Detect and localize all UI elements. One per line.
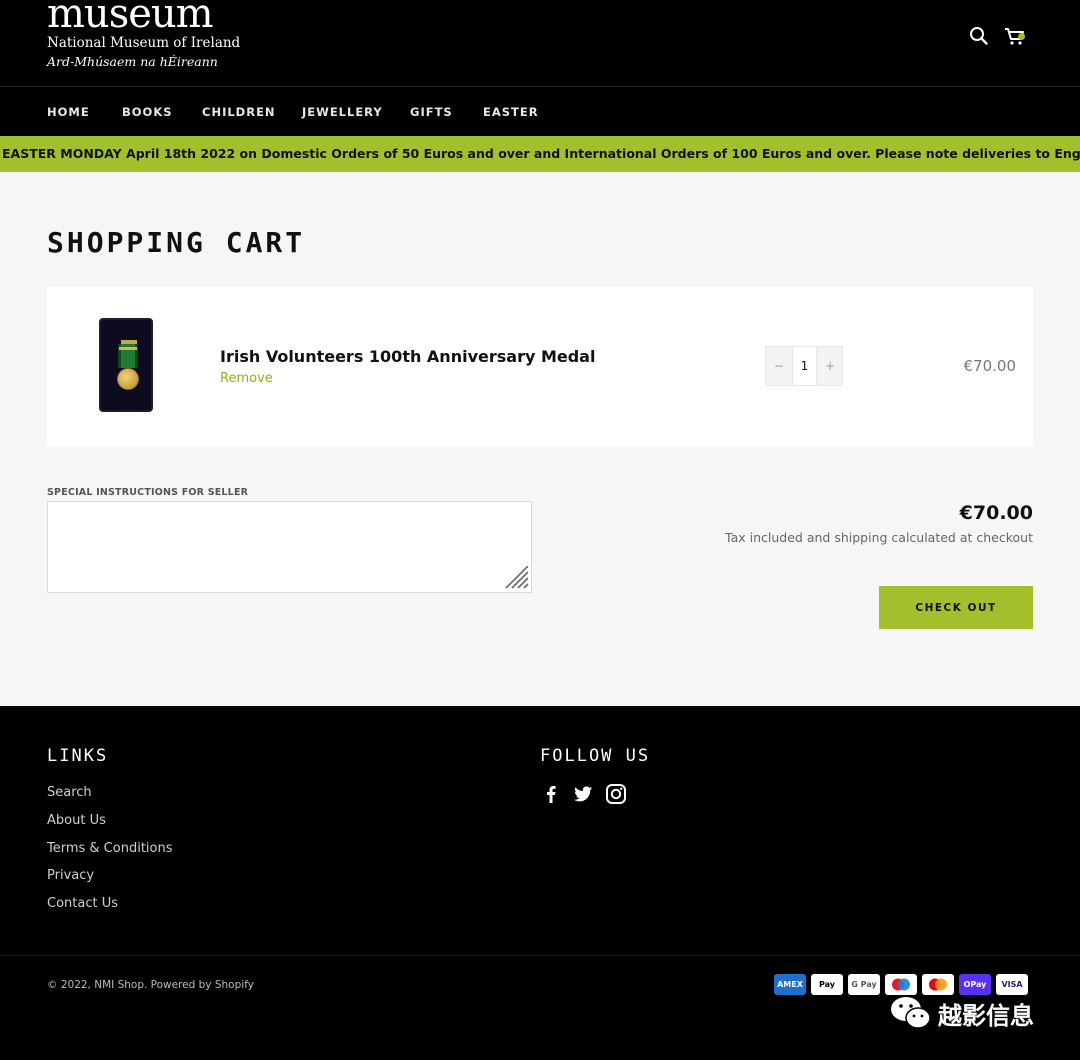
nav-item-home[interactable]: HOME [47,87,90,137]
search-icon[interactable] [967,24,991,48]
cart-count-dot [1018,33,1025,40]
quantity-increase-button[interactable]: + [817,347,843,385]
nav-item-gifts[interactable]: GIFTS [410,87,453,137]
main-navigation: HOME BOOKS CHILDREN JEWELLERY GIFTS EAST… [0,86,1080,136]
nav-item-jewellery[interactable]: JEWELLERY [302,87,383,137]
apple-pay-payment-icon: Pay [811,974,843,995]
product-title-link[interactable]: Irish Volunteers 100th Anniversary Medal [220,347,595,366]
wechat-icon [891,997,931,1029]
line-item-price: €70.00 [963,357,1017,375]
page-title: SHOPPING CART [47,226,306,259]
footer-link-search[interactable]: Search [47,785,92,800]
medal-disc [117,368,139,390]
nav-item-children[interactable]: CHILDREN [202,87,276,137]
footer-follow-heading: FOLLOW US [540,746,651,766]
cart-subtotal: €70.00 [959,502,1033,524]
product-image[interactable] [99,318,153,412]
remove-item-link[interactable]: Remove [220,371,273,386]
tax-shipping-note: Tax included and shipping calculated at … [725,530,1033,545]
footer-link-about-us[interactable]: About Us [47,813,106,828]
wechat-watermark: 越影信息 [888,994,1034,1034]
mastercard-payment-icon [922,974,954,995]
site-header: museum National Museum of Ireland Ard-Mh… [0,0,1080,86]
nav-item-books[interactable]: BOOKS [122,87,173,137]
nav-item-easter[interactable]: EASTER [483,87,539,137]
site-footer: LINKS Search About Us Terms & Conditions… [0,706,1080,1060]
quantity-input[interactable] [792,347,817,385]
logo-subtitle-irish: Ard-Mhúsaem na hÉireann [47,54,218,69]
maestro-payment-icon [885,974,917,995]
visa-payment-icon: VISA [996,974,1028,995]
copyright-text: © 2022, NMI Shop. Powered by Shopify [47,979,254,991]
shop-pay-payment-icon: OPay [959,974,991,995]
announcement-text: EASTER MONDAY April 18th 2022 on Domesti… [2,146,1080,161]
footer-link-privacy[interactable]: Privacy [47,868,94,883]
footer-divider [0,955,1080,956]
footer-link-contact-us[interactable]: Contact Us [47,896,118,911]
instagram-icon[interactable] [605,783,627,805]
checkout-button[interactable]: CHECK OUT [879,586,1033,629]
instructions-label: SPECIAL INSTRUCTIONS FOR SELLER [47,487,249,498]
watermark-text: 越影信息 [938,1002,1034,1030]
footer-link-terms[interactable]: Terms & Conditions [47,841,173,856]
footer-links-heading: LINKS [47,746,109,766]
resize-grip-icon[interactable] [504,565,530,590]
instructions-textarea[interactable] [47,501,532,593]
logo-subtitle-english: National Museum of Ireland [47,35,241,51]
amex-payment-icon: AMEX [774,974,806,995]
facebook-icon[interactable] [540,783,562,805]
twitter-icon[interactable] [572,783,594,805]
google-pay-payment-icon: G Pay [848,974,880,995]
quantity-stepper: − + [765,346,843,386]
medal-bar [119,347,137,350]
quantity-decrease-button[interactable]: − [766,347,792,385]
announcement-bar: EASTER MONDAY April 18th 2022 on Domesti… [0,136,1080,172]
cart-item-card: Irish Volunteers 100th Anniversary Medal… [47,287,1033,447]
logo-wordmark: museum [47,0,214,37]
